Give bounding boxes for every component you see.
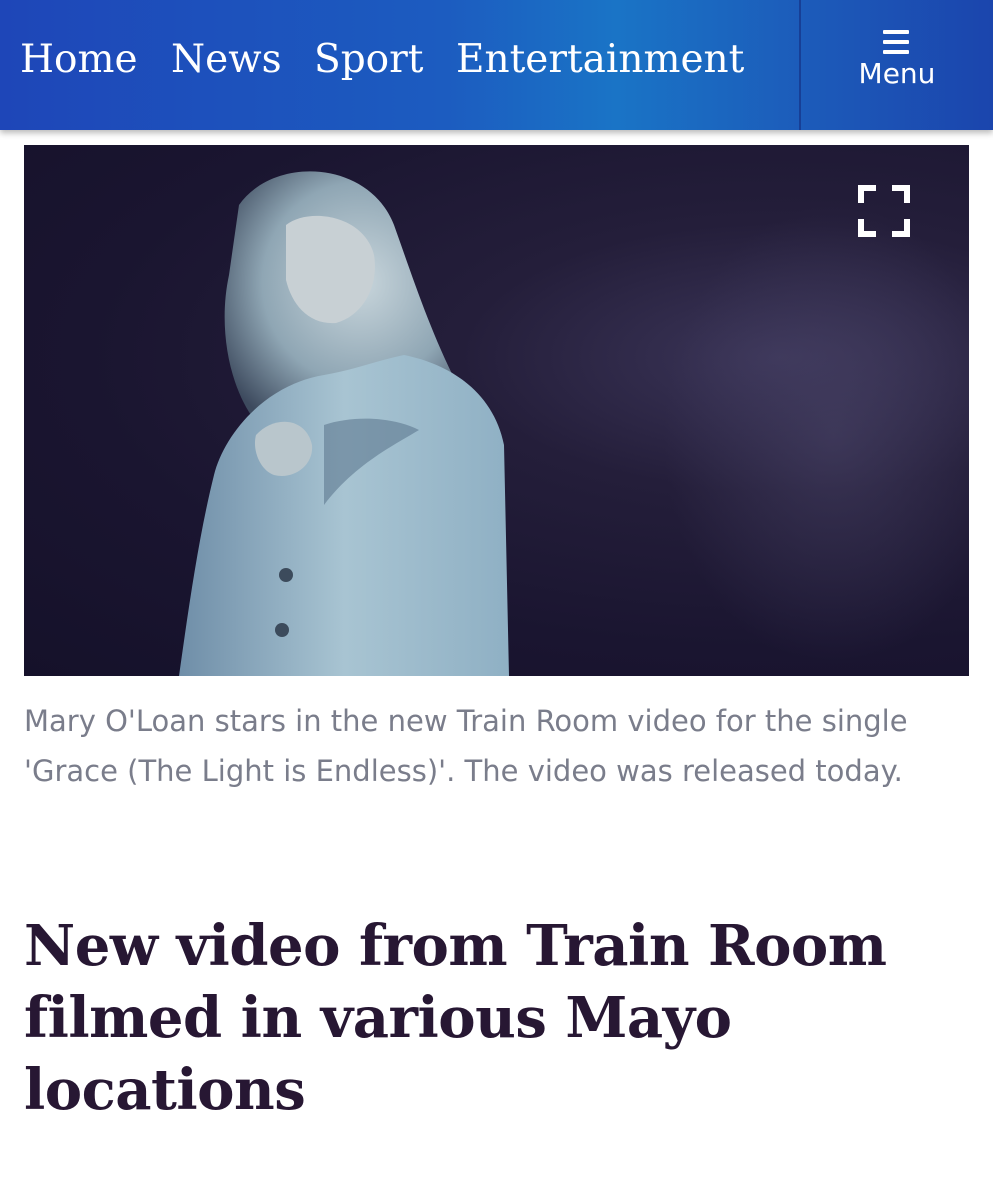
video-player[interactable] (24, 145, 969, 676)
top-navigation-bar: Home News Sport Entertainment Menu (0, 0, 993, 130)
nav-link-entertainment[interactable]: Entertainment (456, 34, 744, 86)
hamburger-icon (883, 30, 909, 54)
image-caption: Mary O'Loan stars in the new Train Room … (24, 704, 908, 788)
menu-button[interactable]: Menu (801, 0, 993, 130)
menu-label: Menu (858, 57, 936, 90)
nav-link-news[interactable]: News (171, 34, 282, 86)
video-frame-image (179, 171, 969, 676)
nav-link-home[interactable]: Home (20, 34, 138, 86)
nav-link-sport[interactable]: Sport (314, 34, 423, 86)
fullscreen-icon[interactable] (856, 183, 912, 239)
article-headline: New video from Train Room filmed in vari… (24, 913, 887, 1123)
